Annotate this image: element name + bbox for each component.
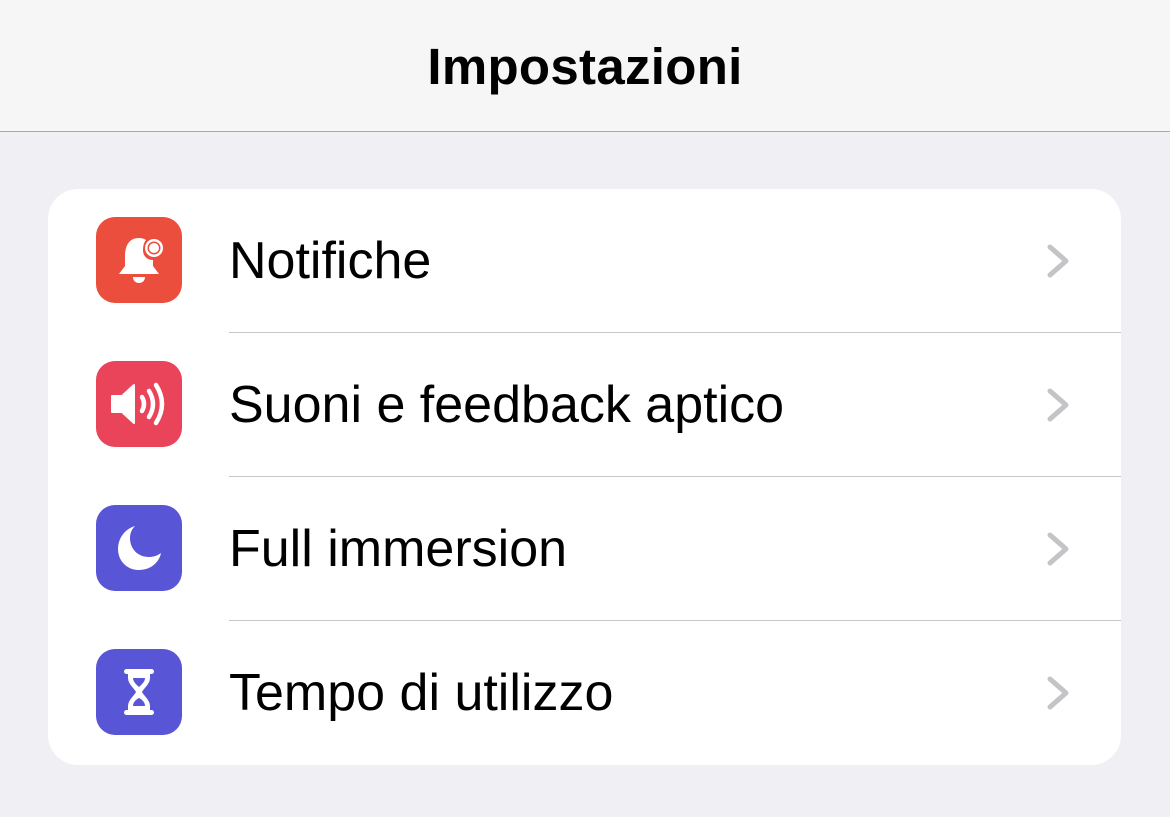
settings-item-tempo-di-utilizzo[interactable]: Tempo di utilizzo — [48, 621, 1121, 765]
hourglass-icon — [96, 649, 182, 735]
speaker-wave-icon — [96, 361, 182, 447]
settings-group: Notifiche Suoni e feedback aptico Full i… — [48, 189, 1121, 765]
navigation-bar: Impostazioni — [0, 0, 1170, 132]
settings-item-suoni[interactable]: Suoni e feedback aptico — [48, 333, 1121, 477]
settings-item-label: Suoni e feedback aptico — [229, 376, 785, 434]
settings-item-label: Full immersion — [229, 520, 568, 578]
chevron-right-icon — [1047, 532, 1069, 566]
settings-item-label: Tempo di utilizzo — [229, 664, 614, 722]
chevron-right-icon — [1047, 676, 1069, 710]
settings-item-label: Notifiche — [229, 232, 432, 290]
bell-badge-icon — [96, 217, 182, 303]
chevron-right-icon — [1047, 244, 1069, 278]
moon-icon — [96, 505, 182, 591]
chevron-right-icon — [1047, 388, 1069, 422]
settings-item-full-immersion[interactable]: Full immersion — [48, 477, 1121, 621]
settings-item-notifiche[interactable]: Notifiche — [48, 189, 1121, 333]
page-title: Impostazioni — [427, 38, 743, 95]
